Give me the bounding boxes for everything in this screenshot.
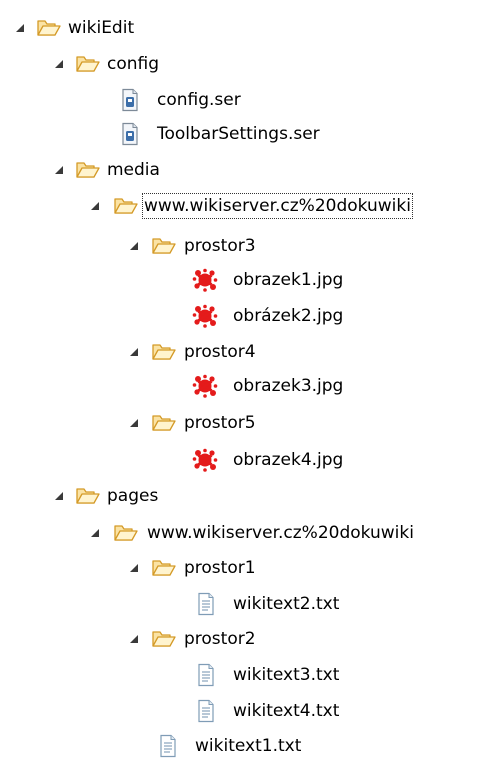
expanded-triangle-icon[interactable]: [127, 561, 141, 575]
folder-open-icon: [75, 52, 101, 76]
tree-label-wikiedit: wikiEdit: [68, 18, 135, 38]
expanded-triangle-icon[interactable]: [127, 632, 141, 646]
tree-node-wikitext3[interactable]: wikitext3.txt: [0, 660, 380, 690]
tree-label-obrazek4: obrazek4.jpg: [233, 450, 344, 470]
folder-open-icon: [113, 521, 139, 545]
image-file-icon: [192, 374, 218, 398]
tree-node-media-site[interactable]: www.wikiserver.cz%20dokuwiki: [0, 191, 495, 221]
expanded-triangle-icon[interactable]: [52, 489, 66, 503]
tree-label-pages-site: www.wikiserver.cz%20dokuwiki: [147, 523, 414, 543]
tree-node-prostor2[interactable]: prostor2: [0, 624, 300, 654]
tree-label-pages: pages: [107, 486, 159, 506]
tree-node-media[interactable]: media: [0, 155, 200, 185]
tree-node-obrazek2[interactable]: obrázek2.jpg: [0, 301, 380, 331]
tree-label-obrazek1: obrazek1.jpg: [233, 270, 344, 290]
expanded-triangle-icon[interactable]: [13, 21, 27, 35]
tree-node-obrazek4[interactable]: obrazek4.jpg: [0, 445, 380, 475]
tree-label-wikitext3: wikitext3.txt: [233, 665, 340, 685]
tree-node-wikitext4[interactable]: wikitext4.txt: [0, 696, 380, 726]
tree-node-wikitext1[interactable]: wikitext1.txt: [0, 731, 380, 761]
folder-open-icon: [113, 194, 139, 218]
tree-node-prostor1[interactable]: prostor1: [0, 553, 300, 583]
ser-file-icon: [117, 122, 143, 146]
folder-open-icon: [75, 158, 101, 182]
tree-label-obrazek3: obrazek3.jpg: [233, 376, 344, 396]
folder-open-icon: [151, 411, 177, 435]
tree-node-wikiedit[interactable]: wikiEdit: [0, 13, 200, 43]
folder-open-icon: [151, 234, 177, 258]
tree-label-prostor1: prostor1: [184, 558, 256, 578]
text-file-icon: [155, 734, 181, 758]
tree-node-config[interactable]: config: [0, 49, 200, 79]
tree-node-config-ser[interactable]: config.ser: [0, 85, 280, 115]
folder-open-icon: [151, 556, 177, 580]
text-file-icon: [193, 663, 219, 687]
tree-label-toolbarsettings-ser: ToolbarSettings.ser: [157, 124, 320, 144]
image-file-icon: [192, 304, 218, 328]
folder-open-icon: [151, 340, 177, 364]
tree-label-media-site: www.wikiserver.cz%20dokuwiki: [142, 193, 413, 219]
tree-label-prostor3: prostor3: [184, 236, 256, 256]
folder-open-icon: [36, 16, 62, 40]
tree-node-obrazek3[interactable]: obrazek3.jpg: [0, 371, 380, 401]
image-file-icon: [192, 448, 218, 472]
folder-open-icon: [75, 484, 101, 508]
text-file-icon: [193, 699, 219, 723]
image-file-icon: [192, 268, 218, 292]
tree-label-config-ser: config.ser: [157, 90, 241, 110]
text-file-icon: [193, 592, 219, 616]
tree-label-wikitext2: wikitext2.txt: [233, 594, 340, 614]
tree-label-obrazek2: obrázek2.jpg: [233, 306, 344, 326]
tree-node-toolbarsettings-ser[interactable]: ToolbarSettings.ser: [0, 119, 380, 149]
tree-node-prostor5[interactable]: prostor5: [0, 408, 300, 438]
expanded-triangle-icon[interactable]: [127, 345, 141, 359]
tree-label-wikitext4: wikitext4.txt: [233, 701, 340, 721]
expanded-triangle-icon[interactable]: [127, 239, 141, 253]
tree-node-obrazek1[interactable]: obrazek1.jpg: [0, 265, 380, 295]
expanded-triangle-icon[interactable]: [88, 526, 102, 540]
tree-label-config: config: [107, 54, 160, 74]
tree-label-prostor5: prostor5: [184, 413, 256, 433]
expanded-triangle-icon[interactable]: [52, 163, 66, 177]
expanded-triangle-icon[interactable]: [127, 416, 141, 430]
expanded-triangle-icon[interactable]: [88, 199, 102, 213]
tree-node-prostor4[interactable]: prostor4: [0, 337, 300, 367]
tree-node-prostor3[interactable]: prostor3: [0, 231, 300, 261]
ser-file-icon: [117, 88, 143, 112]
folder-open-icon: [151, 627, 177, 651]
tree-label-prostor2: prostor2: [184, 629, 256, 649]
tree-label-wikitext1: wikitext1.txt: [195, 736, 302, 756]
tree-label-prostor4: prostor4: [184, 342, 256, 362]
tree-label-media: media: [107, 160, 160, 180]
tree-node-wikitext2[interactable]: wikitext2.txt: [0, 589, 380, 619]
expanded-triangle-icon[interactable]: [52, 57, 66, 71]
tree-node-pages-site[interactable]: www.wikiserver.cz%20dokuwiki: [0, 518, 495, 548]
tree-node-pages[interactable]: pages: [0, 481, 200, 511]
